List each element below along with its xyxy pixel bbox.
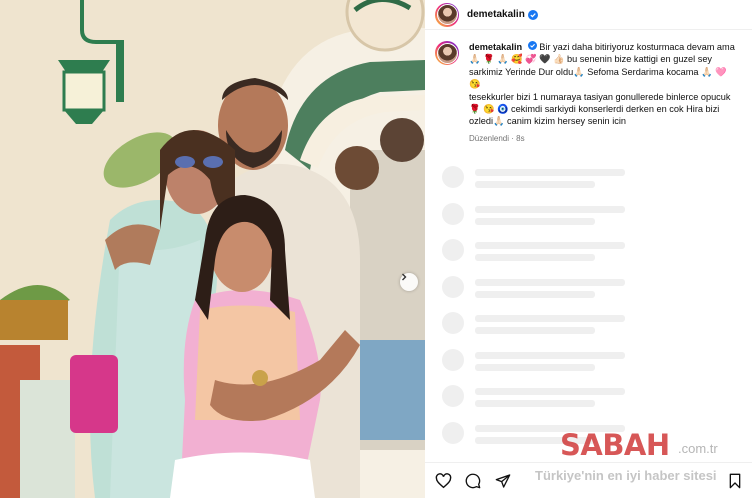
post-header: demetakalin [425, 0, 752, 30]
comment-skeleton-row [442, 343, 742, 380]
post-photo-illustration [0, 0, 425, 498]
caption-username[interactable]: demetakalin [469, 42, 522, 52]
comment-skeleton-row [442, 233, 742, 270]
comment-skeleton-row [442, 270, 742, 307]
caption-line-4: tesekkurler bizi 1 numaraya tasiyan gonu… [469, 91, 731, 102]
emoji-group-5: 🙏🏻 [493, 116, 505, 127]
verified-badge-icon [527, 41, 537, 50]
comment-icon [465, 473, 481, 488]
comments-loading-placeholder [442, 160, 742, 452]
emoji-group-1: 🙏🏻 🌹 🙏🏻 🥰 💞 🖤 👍🏻 [469, 54, 565, 65]
paper-plane-icon [495, 473, 511, 488]
caption-line-3b: Sefoma Serdarima kocama [587, 66, 699, 77]
edited-label: Düzenlendi [469, 133, 510, 143]
caption-body: demetakalin Bir yazi daha bitiriyoruz ko… [469, 41, 739, 145]
header-username[interactable]: demetakalin [467, 9, 525, 20]
avatar[interactable] [435, 2, 459, 27]
comment-skeleton-row [442, 379, 742, 416]
caption-line-1: Bir yazi daha bitiriyoruz kosturmaca dev… [539, 42, 735, 52]
share-button[interactable] [494, 472, 512, 490]
caption-meta: Düzenlendi · 8s [469, 133, 525, 143]
post-caption: demetakalin Bir yazi daha bitiriyoruz ko… [435, 41, 745, 145]
post-time[interactable]: 8s [516, 134, 524, 143]
comment-skeleton-row [442, 197, 742, 234]
post-side-panel: demetakalin demetakalin Bir yazi daha bi… [425, 0, 752, 498]
watermark-logo: SABAH [560, 428, 670, 462]
post-photo[interactable] [0, 0, 425, 498]
comment-button[interactable] [464, 472, 482, 490]
verified-badge-icon [527, 9, 538, 20]
sabah-watermark: SABAH .com.tr Türkiye'nin en iyi haber s… [535, 428, 750, 498]
heart-icon [435, 472, 451, 488]
caption-line-2: bu senenin bize kattigi en guzel sey [566, 54, 713, 65]
emoji-group-4: 🌹 😘 🧿 [469, 104, 509, 115]
next-photo-button[interactable] [400, 273, 418, 291]
caption-line-6a: ozledi [469, 116, 494, 127]
caption-line-6b: canim kizim hersey senin icin [507, 116, 626, 127]
watermark-tagline: Türkiye'nin en iyi haber sitesi [535, 468, 717, 483]
caption-line-3a: sarkimiz Yerinde Dur oldu [469, 66, 574, 77]
watermark-domain: .com.tr [678, 441, 718, 456]
chevron-right-icon [402, 273, 407, 281]
comment-skeleton-row [442, 160, 742, 197]
emoji-group-2: 🙏🏻 [573, 66, 585, 77]
caption-avatar[interactable] [435, 41, 459, 65]
like-button[interactable] [434, 472, 452, 490]
caption-line-5: cekimdi sarkiydi konserlerdi derken en c… [511, 104, 720, 115]
comment-skeleton-row [442, 306, 742, 343]
